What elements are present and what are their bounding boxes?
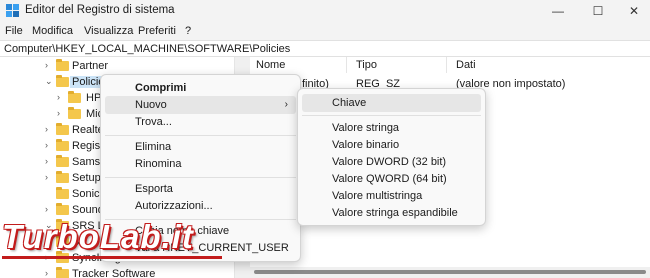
folder-icon [56,123,69,135]
maximize-button[interactable]: ☐ [578,1,618,21]
chevron-right-icon[interactable]: › [45,172,54,183]
submenu-item-valore-stringa[interactable]: Valore stringa [302,119,481,137]
folder-icon [68,91,81,103]
menu-preferiti[interactable]: Preferiti [138,25,176,37]
registry-app-icon [6,4,19,17]
tree-item-trackersoftware[interactable]: › Tracker Software [0,266,234,278]
horizontal-scrollbar[interactable] [250,267,650,278]
watermark: TurboLab.it [2,210,227,266]
folder-icon [56,187,69,199]
submenu-item-valore-qword[interactable]: Valore QWORD (64 bit) [302,170,481,188]
chevron-right-icon[interactable]: › [45,124,54,135]
menu-separator [302,115,481,116]
chevron-right-icon[interactable]: › [45,268,54,278]
menu-bar: File Modifica Visualizza Preferiti ? [0,22,650,40]
chevron-right-icon: › [284,99,288,110]
folder-icon [68,107,81,119]
chevron-right-icon[interactable]: › [45,156,54,167]
submenu-item-valore-multistringa[interactable]: Valore multistringa [302,187,481,205]
menu-help[interactable]: ? [185,25,191,37]
folder-icon [56,139,69,151]
submenu-item-chiave[interactable]: Chiave [302,94,481,112]
menu-item-rinomina[interactable]: Rinomina [105,155,296,173]
minimize-button[interactable]: — [538,1,578,21]
new-submenu: Chiave Valore stringa Valore binario Val… [297,88,486,226]
scrollbar-thumb[interactable] [254,270,646,274]
chevron-right-icon[interactable]: › [45,60,54,71]
folder-icon [56,171,69,183]
submenu-item-valore-stringa-espandibile[interactable]: Valore stringa espandibile [302,204,481,222]
menu-item-elimina[interactable]: Elimina [105,138,296,156]
title-bar: Editor del Registro di sistema — ☐ ✕ [0,0,650,22]
folder-icon [56,155,69,167]
watermark-logo: TurboLab.it [2,218,194,255]
menu-visualizza[interactable]: Visualizza [84,25,133,37]
menu-item-trova[interactable]: Trova... [105,113,296,131]
column-header-nome[interactable]: Nome [256,59,285,71]
menu-item-label: Nuovo [135,99,167,111]
window-title: Editor del Registro di sistema [25,4,175,16]
tree-item-label: Partner [72,60,109,72]
submenu-item-valore-dword[interactable]: Valore DWORD (32 bit) [302,153,481,171]
chevron-right-icon[interactable]: › [57,108,66,119]
submenu-item-valore-binario[interactable]: Valore binario [302,136,481,154]
tree-item-label: HP [86,92,102,104]
menu-modifica[interactable]: Modifica [32,25,73,37]
menu-item-comprimi[interactable]: Comprimi [105,79,296,97]
folder-icon [56,267,69,278]
watermark-underline [2,256,222,259]
menu-separator [105,177,296,178]
tree-item-label: Setup [72,172,101,184]
menu-separator [105,135,296,136]
menu-item-esporta[interactable]: Esporta [105,180,296,198]
column-header-tipo[interactable]: Tipo [356,59,377,71]
column-divider[interactable] [446,57,447,73]
menu-item-nuovo[interactable]: Nuovo › [105,96,296,114]
column-divider[interactable] [346,57,347,73]
chevron-down-icon[interactable]: ⌄ [45,76,54,87]
chevron-right-icon[interactable]: › [57,92,66,103]
close-button[interactable]: ✕ [614,1,650,21]
column-header-dati[interactable]: Dati [456,59,476,71]
tree-item-label: Tracker Software [72,268,156,278]
folder-icon [56,59,69,71]
folder-icon [56,75,69,87]
address-bar[interactable]: Computer\HKEY_LOCAL_MACHINE\SOFTWARE\Pol… [0,40,650,57]
address-path[interactable]: Computer\HKEY_LOCAL_MACHINE\SOFTWARE\Pol… [4,43,290,55]
tree-item-partner[interactable]: › Partner [0,58,234,74]
menu-file[interactable]: File [5,25,23,37]
chevron-right-icon[interactable]: › [45,140,54,151]
